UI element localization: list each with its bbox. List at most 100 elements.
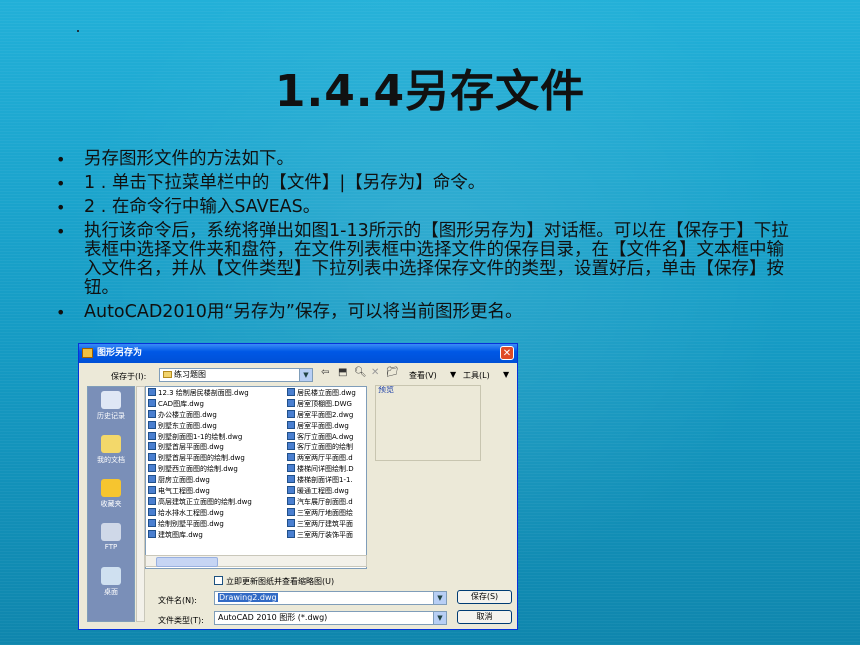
preview-pane <box>375 385 481 461</box>
bullet-marker: • <box>56 174 66 193</box>
dwg-file-icon <box>287 442 295 451</box>
dwg-file-icon <box>287 475 295 484</box>
list-item[interactable]: 电气工程图.dwg <box>148 486 284 497</box>
bullet-item: • 2 . 在命令行中输入SAVEAS。 <box>56 197 321 218</box>
list-item[interactable]: 给水排水工程图.dwg <box>148 507 284 519</box>
dwg-file-icon <box>287 420 295 429</box>
list-item[interactable]: 汽车展厅剖面图.d <box>287 496 366 508</box>
documents-icon <box>101 435 121 453</box>
file-list-hscrollbar[interactable] <box>145 555 367 567</box>
up-folder-icon[interactable]: ⬒ <box>338 367 347 378</box>
place-my-documents[interactable]: 我的文档 <box>88 435 134 465</box>
list-item[interactable]: 别墅首层平面图.dwg <box>148 442 284 453</box>
file-column-1: 12.3 绘制居民楼剖面图.dwg CAD图库.dwg 办公楼立面图.dwg 别… <box>148 388 284 540</box>
list-item[interactable]: 三室两厅地面图绘 <box>287 507 366 519</box>
bullet-marker: • <box>56 198 66 217</box>
tools-menu[interactable]: 工具(L) <box>463 370 490 381</box>
dwg-file-icon <box>148 442 156 451</box>
dwg-file-icon <box>148 409 156 418</box>
dwg-file-icon <box>148 507 156 516</box>
new-folder-icon[interactable]: 📁︎ <box>386 367 399 378</box>
dwg-file-icon <box>287 409 295 418</box>
dwg-file-icon <box>287 388 295 396</box>
save-button[interactable]: 保存(S) <box>457 590 512 604</box>
list-item[interactable]: 客厅立面图A.dwg <box>287 431 366 443</box>
list-item[interactable]: 别墅首层平面图的绘制.dwg <box>148 453 284 464</box>
bullet-marker: • <box>56 222 66 241</box>
place-ftp[interactable]: FTP <box>88 523 134 551</box>
dwg-file-icon <box>287 518 295 527</box>
dwg-file-icon <box>287 431 295 440</box>
dialog-title: 图形另存为 <box>97 348 143 358</box>
dwg-file-icon <box>287 529 295 538</box>
dwg-file-icon <box>148 464 156 473</box>
list-item[interactable]: 客厅立面图的绘制 <box>287 442 366 453</box>
filetype-label: 文件类型(T): <box>158 616 204 625</box>
places-bar: 历史记录 我的文档 收藏夹 FTP 桌面 <box>87 386 135 622</box>
dialog-titlebar[interactable]: 图形另存为 ✕ <box>79 344 517 363</box>
place-desktop[interactable]: 桌面 <box>88 567 134 597</box>
list-item[interactable]: 别墅东立面图.dwg <box>148 420 284 432</box>
list-item[interactable]: 居民楼立面图.dwg <box>287 388 366 399</box>
list-item[interactable]: 居室顶棚图.DWG <box>287 398 366 410</box>
dwg-file-icon <box>148 529 156 538</box>
star-icon <box>101 479 121 497</box>
list-item[interactable]: 两室两厅平面图.d <box>287 453 366 464</box>
list-item[interactable]: 12.3 绘制居民楼剖面图.dwg <box>148 388 284 399</box>
desktop-icon <box>101 567 121 585</box>
place-history[interactable]: 历史记录 <box>88 391 134 421</box>
close-icon[interactable]: ✕ <box>500 346 514 360</box>
chevron-down-icon[interactable]: ▼ <box>299 369 312 381</box>
filename-input[interactable]: Drawing2.dwg ▼ <box>214 591 447 605</box>
bullet-list: • 另存图形文件的方法如下。 • 1 . 单击下拉菜单栏中的【文件】|【另存为】命令… <box>52 150 800 327</box>
bullet-marker: • <box>56 150 66 169</box>
list-item[interactable]: 居室平面图.dwg <box>287 420 366 432</box>
update-thumbnail-checkbox[interactable]: 立即更新图纸并查看缩略图(U) <box>214 576 334 587</box>
place-favorites[interactable]: 收藏夹 <box>88 479 134 509</box>
bullet-item: • 另存图形文件的方法如下。 <box>56 149 294 170</box>
list-item[interactable]: CAD图库.dwg <box>148 398 284 410</box>
save-in-dropdown[interactable]: 练习题图 ▼ <box>159 368 313 382</box>
back-icon[interactable]: ⇦ <box>321 367 329 378</box>
dwg-file-icon <box>148 453 156 462</box>
list-item[interactable]: 三室两厅建筑平面 <box>287 518 366 530</box>
list-item[interactable]: 居室平面图2.dwg <box>287 409 366 421</box>
filetype-dropdown[interactable]: AutoCAD 2010 图形 (*.dwg) ▼ <box>214 611 447 625</box>
file-list[interactable]: 12.3 绘制居民楼剖面图.dwg CAD图库.dwg 办公楼立面图.dwg 别… <box>145 386 367 569</box>
list-item[interactable]: 暖通工程图.dwg <box>287 486 366 497</box>
dwg-file-icon <box>148 420 156 429</box>
dwg-file-icon <box>287 496 295 505</box>
bullet-marker: • <box>56 303 66 322</box>
dwg-file-icon <box>287 507 295 516</box>
delete-icon[interactable]: ✕ <box>371 367 379 378</box>
list-item[interactable]: 三室两厅装饰平面 <box>287 529 366 541</box>
ftp-icon <box>101 523 121 541</box>
list-item[interactable]: 别墅西立面图的绘制.dwg <box>148 464 284 475</box>
file-column-2: 居民楼立面图.dwg 居室顶棚图.DWG 居室平面图2.dwg 居室平面图.dw… <box>287 388 366 541</box>
chevron-down-icon[interactable]: ▼ <box>433 592 446 604</box>
dwg-file-icon <box>148 388 156 396</box>
dwg-file-icon <box>287 398 295 407</box>
list-item[interactable]: 绘制别墅平面图.dwg <box>148 518 284 530</box>
app-icon <box>82 348 93 358</box>
cancel-button[interactable]: 取消 <box>457 610 512 624</box>
list-item[interactable]: 别墅剖面图1-1的绘制.dwg <box>148 431 284 443</box>
search-web-icon[interactable]: 🔍︎ <box>354 367 367 378</box>
tools-chevron-icon[interactable]: ▼ <box>503 370 509 379</box>
bullet-item: • 1 . 单击下拉菜单栏中的【文件】|【另存为】命令。 <box>56 173 486 194</box>
dwg-file-icon <box>148 496 156 505</box>
list-item[interactable]: 楼梯剖面详图1-1. <box>287 475 366 486</box>
list-item[interactable]: 厨房立面图.dwg <box>148 475 284 486</box>
places-scrollbar[interactable] <box>136 386 145 622</box>
checkbox-box[interactable] <box>214 576 223 585</box>
scroll-thumb[interactable] <box>156 557 218 567</box>
views-menu[interactable]: 查看(V) <box>409 370 437 381</box>
slide-title: 1.4.4另存文件 <box>274 66 586 117</box>
list-item[interactable]: 高层建筑正立面图的绘制.dwg <box>148 496 284 508</box>
list-item[interactable]: 办公楼立面图.dwg <box>148 409 284 421</box>
list-item[interactable]: 楼梯间详图绘制.D <box>287 464 366 475</box>
views-chevron-icon[interactable]: ▼ <box>450 370 456 379</box>
dwg-file-icon <box>287 453 295 462</box>
list-item[interactable]: 建筑图库.dwg <box>148 529 284 541</box>
chevron-down-icon[interactable]: ▼ <box>433 612 446 624</box>
